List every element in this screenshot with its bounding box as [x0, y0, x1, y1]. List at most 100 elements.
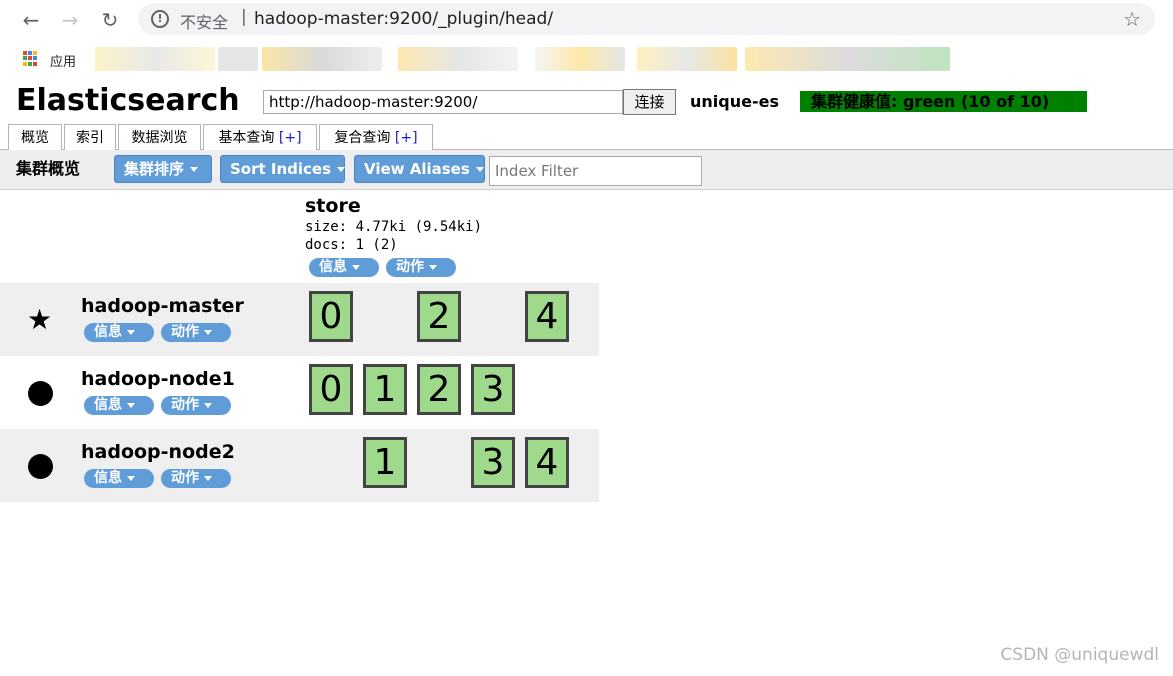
app-title: Elasticsearch: [16, 83, 240, 118]
screen: ← → ↻ ! 不安全 | hadoop-master:9200/_plugin…: [0, 0, 1173, 676]
blurred-bookmark[interactable]: [745, 47, 950, 71]
browser-chrome: ← → ↻ ! 不安全 | hadoop-master:9200/_plugin…: [0, 0, 1173, 80]
reload-icon[interactable]: ↻: [97, 7, 123, 33]
node-action-button[interactable]: 动作: [161, 323, 231, 342]
caret-down-icon: [127, 475, 135, 481]
tab-indices[interactable]: 索引: [64, 124, 116, 150]
node-action-label: 动作: [171, 397, 199, 413]
caret-down-icon: [127, 329, 135, 335]
app-header: Elasticsearch 连接 unique-es 集群健康值: green …: [0, 80, 1173, 126]
node-info-button[interactable]: 信息: [84, 396, 154, 415]
shard-box[interactable]: 0: [309, 364, 353, 415]
tab-plus: [+]: [278, 130, 302, 146]
shard-box[interactable]: 3: [471, 364, 515, 415]
bookmarks-bar: 应用: [0, 44, 1173, 76]
blurred-bookmark[interactable]: [535, 47, 625, 71]
node-row-hadoop-node1: hadoop-node1 信息 动作 0 1 2 3: [0, 356, 599, 429]
blurred-bookmark[interactable]: [398, 47, 518, 71]
node-name: hadoop-master: [81, 295, 244, 317]
node-name: hadoop-node1: [81, 368, 235, 390]
caret-down-icon: [429, 264, 437, 270]
index-docs: docs: 1 (2): [305, 237, 398, 253]
node-row-hadoop-master: ★ hadoop-master 信息 动作 0 2 4: [0, 283, 599, 356]
index-size: size: 4.77ki (9.54ki): [305, 219, 483, 235]
shard-box[interactable]: 0: [309, 291, 353, 342]
node-row-hadoop-node2: hadoop-node2 信息 动作 1 3 4: [0, 429, 599, 502]
caret-down-icon: [337, 167, 346, 172]
caret-down-icon: [190, 167, 199, 172]
url-path: :9200/_plugin/head/: [383, 9, 554, 29]
shard-box[interactable]: 4: [525, 437, 569, 488]
overview-toolbar: 集群概览 集群排序 Sort Indices View Aliases Inde…: [0, 150, 1173, 190]
caret-down-icon: [204, 402, 212, 408]
sort-indices-label: Sort Indices: [230, 160, 332, 178]
caret-down-icon: [204, 475, 212, 481]
tab-plus: [+]: [394, 130, 418, 146]
back-arrow-icon[interactable]: ←: [18, 7, 44, 33]
star-outline-icon[interactable]: ☆: [1123, 7, 1141, 31]
index-filter-input[interactable]: Index Filter: [489, 156, 702, 186]
node-info-label: 信息: [94, 324, 122, 340]
node-name: hadoop-node2: [81, 441, 235, 463]
forward-arrow-icon[interactable]: →: [57, 7, 83, 33]
tab-label: 概览: [21, 130, 49, 146]
tab-compound-query[interactable]: 复合查询 [+]: [319, 124, 433, 150]
index-name: store: [305, 195, 361, 217]
node-info-label: 信息: [94, 397, 122, 413]
shard-box[interactable]: 4: [525, 291, 569, 342]
address-bar[interactable]: ! 不安全 | hadoop-master:9200/_plugin/head/…: [138, 3, 1155, 35]
tab-basic-query[interactable]: 基本查询 [+]: [203, 124, 317, 150]
blurred-bookmark[interactable]: [637, 47, 737, 71]
caret-down-icon: [475, 167, 484, 172]
node-info-button[interactable]: 信息: [84, 469, 154, 488]
security-label[interactable]: 不安全: [180, 9, 228, 33]
tab-label: 基本查询: [218, 130, 275, 146]
sort-cluster-label: 集群排序: [124, 160, 185, 178]
shard-box[interactable]: 2: [417, 291, 461, 342]
index-action-button[interactable]: 动作: [386, 258, 456, 277]
connection-url-input[interactable]: [263, 90, 623, 114]
connect-button[interactable]: 连接: [623, 89, 676, 115]
cluster-name: unique-es: [690, 92, 779, 111]
dot-icon: [28, 381, 53, 406]
url-text[interactable]: hadoop-master:9200/_plugin/head/: [254, 9, 553, 29]
tab-label: 复合查询: [334, 130, 391, 146]
caret-down-icon: [127, 402, 135, 408]
blurred-bookmark[interactable]: [95, 47, 215, 71]
security-warning-icon[interactable]: !: [151, 10, 169, 28]
tab-bar: 概览 索引 数据浏览 基本查询 [+] 复合查询 [+]: [0, 124, 1173, 151]
node-info-label: 信息: [94, 470, 122, 486]
tab-browser[interactable]: 数据浏览: [118, 124, 201, 150]
sort-cluster-button[interactable]: 集群排序: [114, 155, 212, 183]
url-separator: |: [241, 7, 247, 27]
star-icon: ★: [27, 303, 53, 336]
index-header: store size: 4.77ki (9.54ki) docs: 1 (2): [305, 194, 505, 254]
caret-down-icon: [352, 264, 360, 270]
toolbar-title: 集群概览: [16, 159, 81, 178]
shard-box[interactable]: 2: [417, 364, 461, 415]
index-info-button[interactable]: 信息: [309, 258, 379, 277]
shard-box[interactable]: 1: [363, 364, 407, 415]
node-action-label: 动作: [171, 324, 199, 340]
node-action-button[interactable]: 动作: [161, 396, 231, 415]
blurred-bookmark[interactable]: [262, 47, 382, 71]
watermark: CSDN @uniquewdl: [1000, 645, 1159, 665]
cluster-health-badge: 集群健康值: green (10 of 10): [800, 91, 1087, 112]
apps-bookmark[interactable]: 应用: [50, 51, 76, 70]
node-action-button[interactable]: 动作: [161, 469, 231, 488]
blurred-bookmark[interactable]: [218, 47, 258, 71]
sort-indices-button[interactable]: Sort Indices: [220, 155, 346, 183]
url-host: hadoop-master: [254, 9, 384, 29]
shard-box[interactable]: 3: [471, 437, 515, 488]
tab-overview[interactable]: 概览: [8, 124, 62, 151]
shard-box[interactable]: 1: [363, 437, 407, 488]
index-action-label: 动作: [396, 259, 424, 275]
dot-icon: [28, 454, 53, 479]
view-aliases-button[interactable]: View Aliases: [354, 155, 485, 183]
view-aliases-label: View Aliases: [364, 160, 470, 178]
node-action-label: 动作: [171, 470, 199, 486]
apps-grid-icon[interactable]: [23, 51, 38, 66]
tab-label: 索引: [76, 130, 104, 146]
node-info-button[interactable]: 信息: [84, 323, 154, 342]
index-info-label: 信息: [319, 259, 347, 275]
